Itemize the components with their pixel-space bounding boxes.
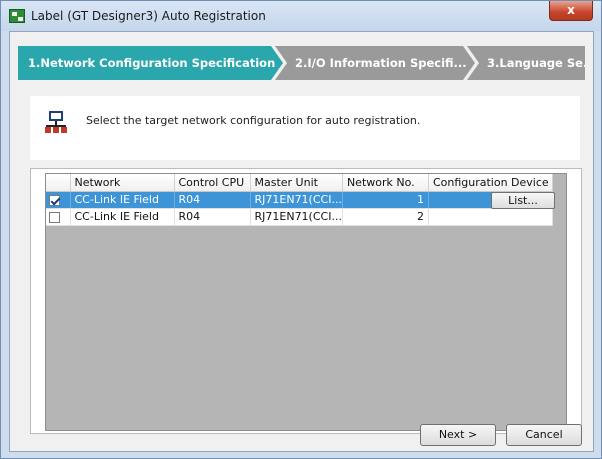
column-header-control-cpu[interactable]: Control CPU <box>174 174 251 192</box>
network-cell: CC-Link IE Field <box>70 191 175 209</box>
next-button[interactable]: Next > <box>420 424 496 446</box>
column-header-network-no[interactable]: Network No. <box>342 174 429 192</box>
instruction-panel: Select the target network configuration … <box>30 96 580 160</box>
network-no-cell: 1 <box>342 191 429 209</box>
table-row[interactable]: CC-Link IE Field R04 RJ71EN71(CCI... 2 <box>46 208 553 226</box>
column-header-master-unit[interactable]: Master Unit <box>250 174 343 192</box>
master-unit-cell: RJ71EN71(CCI... <box>250 191 343 209</box>
window-title: Label (GT Designer3) Auto Registration <box>31 9 266 23</box>
row-checkbox[interactable] <box>49 194 60 206</box>
network-grid[interactable]: Network Control CPU Master Unit Network … <box>45 173 567 431</box>
master-unit-cell: RJ71EN71(CCI... <box>250 208 343 226</box>
row-checkbox-cell[interactable] <box>46 208 71 226</box>
column-header-configuration-device[interactable]: Configuration Device <box>428 174 553 192</box>
dialog-body: 1.Network Configuration Specification 2.… <box>9 31 594 452</box>
network-icon <box>45 111 67 133</box>
network-grid-panel: Network Control CPU Master Unit Network … <box>30 168 582 434</box>
network-table: Network Control CPU Master Unit Network … <box>46 174 553 226</box>
step-io-information: 2.I/O Information Specifi... <box>275 46 475 80</box>
instruction-text: Select the target network configuration … <box>86 114 421 127</box>
control-cpu-cell: R04 <box>174 208 251 226</box>
list-button[interactable]: List... <box>491 192 555 209</box>
configuration-device-cell <box>428 208 553 226</box>
row-checkbox[interactable] <box>49 211 60 223</box>
step-network-configuration: 1.Network Configuration Specification <box>18 46 283 80</box>
network-cell: CC-Link IE Field <box>70 208 175 226</box>
app-icon <box>9 9 25 23</box>
row-checkbox-cell[interactable] <box>46 191 71 209</box>
close-button[interactable]: x <box>549 1 593 21</box>
title-bar[interactable]: Label (GT Designer3) Auto Registration x <box>1 1 601 31</box>
column-header-check <box>46 174 71 192</box>
table-row[interactable]: CC-Link IE Field R04 RJ71EN71(CCI... 1 <box>46 191 553 209</box>
step-language-setting: 3.Language Se... <box>467 46 585 80</box>
table-header-row: Network Control CPU Master Unit Network … <box>46 174 553 192</box>
column-header-network[interactable]: Network <box>70 174 175 192</box>
network-no-cell: 2 <box>342 208 429 226</box>
control-cpu-cell: R04 <box>174 191 251 209</box>
wizard-steps: 1.Network Configuration Specification 2.… <box>18 46 585 80</box>
dialog-window: Label (GT Designer3) Auto Registration x… <box>0 0 602 459</box>
cancel-button[interactable]: Cancel <box>506 424 582 446</box>
